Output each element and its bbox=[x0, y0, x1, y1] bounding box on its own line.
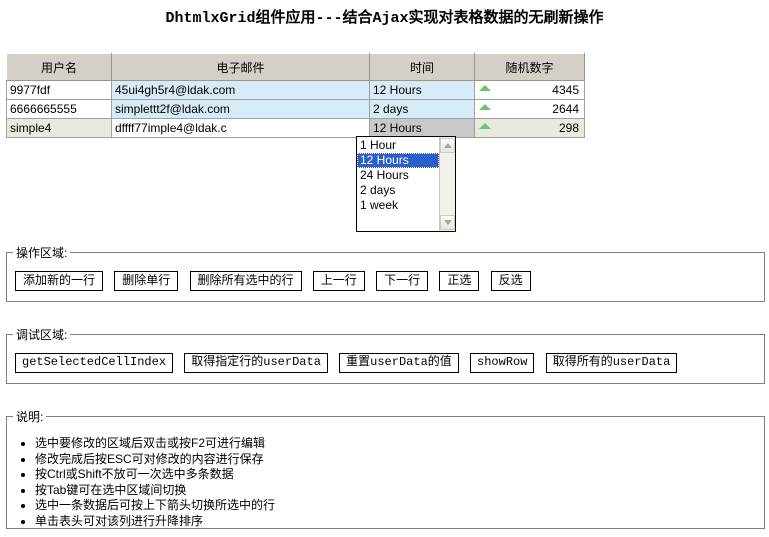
column-header-time[interactable]: 时间 bbox=[369, 53, 475, 81]
table-row[interactable]: 6666665555 simplettt2f@ldak.com 2 days 2… bbox=[6, 99, 585, 119]
operations-button-row: 添加新的一行 删除单行 删除所有选中的行 上一行 下一行 正选 反选 bbox=[7, 261, 764, 297]
grid-table: 用户名 电子邮件 时间 随机数字 9977fdf 45ui4gh5r4@ldak… bbox=[6, 53, 585, 138]
delete-row-button[interactable]: 删除单行 bbox=[114, 271, 179, 291]
cell-time[interactable]: 2 days bbox=[369, 99, 475, 119]
cell-username[interactable]: 9977fdf bbox=[6, 80, 112, 100]
dropdown-option[interactable]: 1 Hour bbox=[357, 138, 439, 153]
data-grid: 用户名 电子邮件 时间 随机数字 9977fdf 45ui4gh5r4@ldak… bbox=[6, 53, 585, 138]
list-item: 单击表头可对该列进行升降排序 bbox=[35, 514, 764, 530]
chevron-up-icon bbox=[444, 143, 452, 148]
cell-time-active[interactable]: 12 Hours bbox=[369, 118, 475, 138]
cell-email[interactable]: 45ui4gh5r4@ldak.com bbox=[111, 80, 370, 100]
list-item: 按Tab键可在选中区域间切换 bbox=[35, 483, 764, 499]
debug-legend: 调试区域: bbox=[16, 328, 68, 342]
grid-header-row: 用户名 电子邮件 时间 随机数字 bbox=[6, 53, 585, 81]
dropdown-option[interactable]: 24 Hours bbox=[357, 168, 439, 183]
delete-selected-rows-button[interactable]: 删除所有选中的行 bbox=[189, 271, 302, 291]
next-row-button[interactable]: 下一行 bbox=[376, 271, 429, 291]
dropdown-scrollbar[interactable] bbox=[439, 137, 455, 231]
page-title: DhtmlxGrid组件应用---结合Ajax实现对表格数据的无刷新操作 bbox=[165, 10, 604, 27]
cell-time[interactable]: 12 Hours bbox=[369, 80, 475, 100]
debug-panel: 调试区域: getSelectedCellIndex 取得指定行的userDat… bbox=[6, 326, 765, 384]
help-list: 选中要修改的区域后双击或按F2可进行编辑 修改完成后按ESC可对修改的内容进行保… bbox=[7, 436, 764, 529]
up-arrow-icon bbox=[479, 104, 491, 110]
cell-random-number-value: 298 bbox=[558, 121, 579, 135]
column-header-email[interactable]: 电子邮件 bbox=[111, 53, 370, 81]
chevron-down-icon bbox=[444, 220, 452, 225]
list-item: 选中一条数据后可按上下箭头切换所选中的行 bbox=[35, 498, 764, 514]
dropdown-option-selected[interactable]: 12 Hours bbox=[357, 153, 439, 168]
column-header-username[interactable]: 用户名 bbox=[6, 53, 112, 81]
reset-userdata-button[interactable]: 重置userData的值 bbox=[339, 353, 459, 373]
dropdown-option[interactable]: 2 days bbox=[357, 183, 439, 198]
scroll-up-button[interactable] bbox=[440, 138, 455, 153]
get-all-userdata-button[interactable]: 取得所有的userData bbox=[545, 353, 678, 373]
up-arrow-icon bbox=[479, 85, 491, 91]
add-row-button[interactable]: 添加新的一行 bbox=[15, 271, 104, 291]
get-selected-cell-index-button[interactable]: getSelectedCellIndex bbox=[15, 353, 174, 373]
time-dropdown-list[interactable]: 1 Hour 12 Hours 24 Hours 2 days 1 week bbox=[356, 136, 456, 232]
scroll-down-button[interactable] bbox=[440, 215, 455, 230]
list-item: 选中要修改的区域后双击或按F2可进行编辑 bbox=[35, 436, 764, 452]
table-row[interactable]: simple4 dffff77imple4@ldak.c 12 Hours 29… bbox=[6, 118, 585, 138]
column-header-random-number[interactable]: 随机数字 bbox=[474, 53, 585, 81]
cell-username[interactable]: 6666665555 bbox=[6, 99, 112, 119]
operations-panel: 操作区域: 添加新的一行 删除单行 删除所有选中的行 上一行 下一行 正选 反选 bbox=[6, 244, 765, 302]
cell-email[interactable]: simplettt2f@ldak.com bbox=[111, 99, 370, 119]
dropdown-options: 1 Hour 12 Hours 24 Hours 2 days 1 week bbox=[357, 137, 439, 213]
invert-selection-button[interactable]: 反选 bbox=[490, 271, 531, 291]
show-row-button[interactable]: showRow bbox=[470, 353, 535, 373]
cell-random-number-value: 2644 bbox=[552, 102, 579, 116]
list-item: 修改完成后按ESC可对修改的内容进行保存 bbox=[35, 452, 764, 468]
cell-username[interactable]: simple4 bbox=[6, 118, 112, 138]
dropdown-option[interactable]: 1 week bbox=[357, 198, 439, 213]
help-legend: 说明: bbox=[16, 410, 44, 424]
cell-random-number[interactable]: 2644 bbox=[474, 99, 585, 119]
up-arrow-icon bbox=[479, 123, 491, 129]
help-panel: 说明: 选中要修改的区域后双击或按F2可进行编辑 修改完成后按ESC可对修改的内… bbox=[6, 408, 765, 529]
table-row[interactable]: 9977fdf 45ui4gh5r4@ldak.com 12 Hours 434… bbox=[6, 80, 585, 100]
operations-legend: 操作区域: bbox=[16, 246, 68, 260]
get-row-userdata-button[interactable]: 取得指定行的userData bbox=[184, 353, 328, 373]
previous-row-button[interactable]: 上一行 bbox=[312, 271, 365, 291]
select-all-button[interactable]: 正选 bbox=[439, 271, 480, 291]
cell-random-number-value: 4345 bbox=[552, 83, 579, 97]
list-item: 按Ctrl或Shift不放可一次选中多条数据 bbox=[35, 467, 764, 483]
cell-random-number[interactable]: 298 bbox=[474, 118, 585, 138]
cell-random-number[interactable]: 4345 bbox=[474, 80, 585, 100]
debug-button-row: getSelectedCellIndex 取得指定行的userData 重置us… bbox=[7, 343, 764, 379]
cell-email[interactable]: dffff77imple4@ldak.c bbox=[111, 118, 370, 138]
